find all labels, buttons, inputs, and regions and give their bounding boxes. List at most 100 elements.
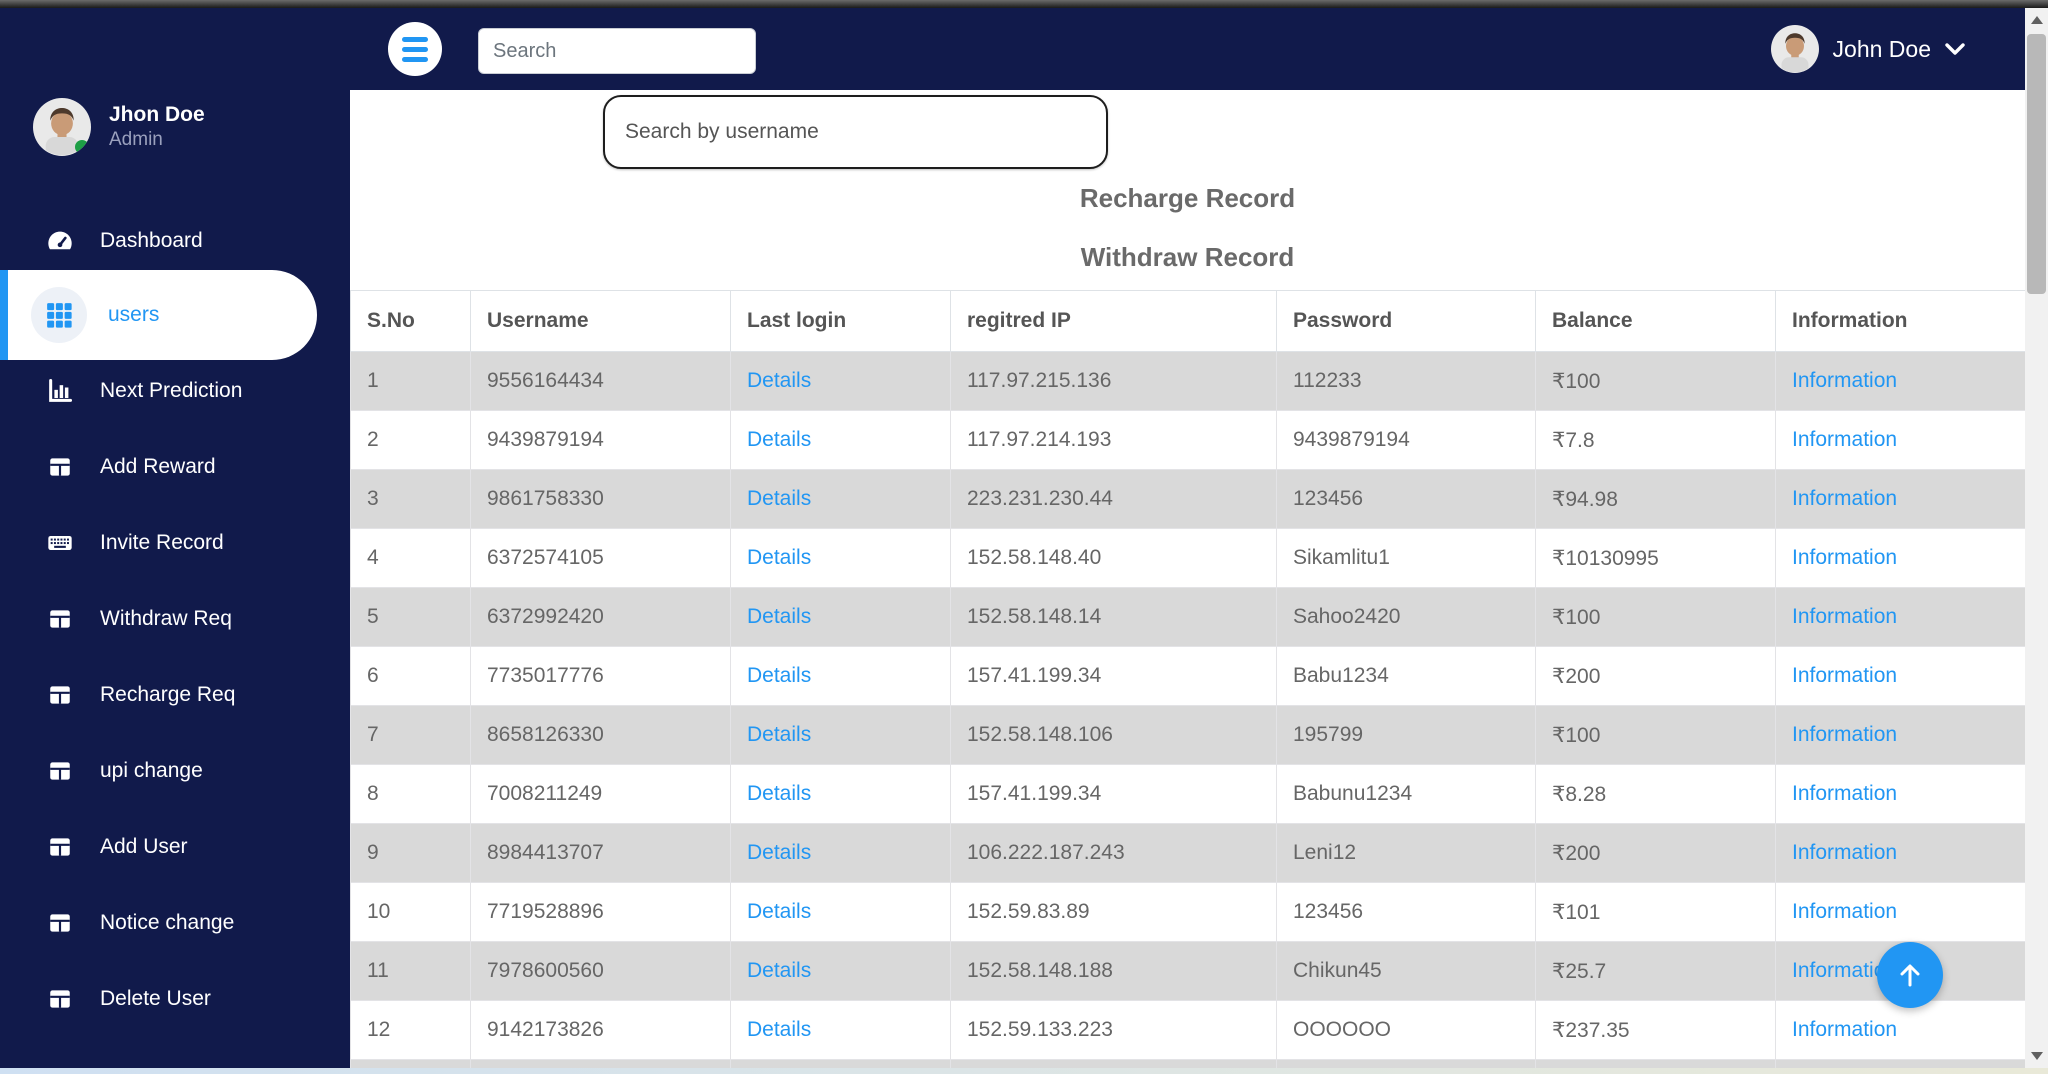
sidebar-item-upi-change[interactable]: upi change — [0, 733, 350, 809]
cell-password: Chikun45 — [1276, 941, 1536, 1001]
table-row: 8 7008211249 Details 157.41.199.34 Babunu123… — [350, 764, 2025, 824]
cell-balance: ₹94.98 — [1535, 469, 1776, 529]
cell-sno: 2 — [350, 410, 471, 470]
information-link[interactable]: Information — [1792, 605, 1897, 628]
cell-last-login: Details — [730, 764, 951, 824]
details-link[interactable]: Details — [747, 369, 811, 392]
column-header-username: Username — [470, 290, 731, 352]
table-row: 10 7719528896 Details 152.59.83.89 123456 ₹10… — [350, 882, 2025, 942]
profile-avatar — [33, 98, 91, 156]
profile-name: Jhon Doe — [109, 103, 205, 126]
cell-last-login: Details — [730, 941, 951, 1001]
table-row: 5 6372992420 Details 152.58.148.14 Sahoo2420… — [350, 587, 2025, 647]
sidebar-item-label: Add Reward — [100, 455, 216, 478]
sidebar-toggle-button[interactable] — [388, 22, 442, 76]
cell-last-login: Details — [730, 1059, 951, 1068]
table-icon — [45, 680, 75, 710]
details-link[interactable]: Details — [747, 546, 811, 569]
sidebar-item-withdraw-req[interactable]: Withdraw Req — [0, 581, 350, 657]
information-link[interactable]: Information — [1792, 428, 1897, 451]
cell-sno: 10 — [350, 882, 471, 942]
cell-last-login: Details — [730, 705, 951, 765]
information-link[interactable]: Information — [1792, 900, 1897, 923]
page-scrollbar[interactable] — [2025, 8, 2048, 1074]
cell-information: Information — [1775, 528, 2025, 588]
cell-password: 123456 — [1276, 882, 1536, 942]
cell-last-login: Details — [730, 469, 951, 529]
hamburger-icon — [402, 36, 428, 42]
information-link[interactable]: Information — [1792, 546, 1897, 569]
details-link[interactable]: Details — [747, 782, 811, 805]
information-link[interactable]: Information — [1792, 369, 1897, 392]
cell-balance: ₹237.35 — [1535, 1000, 1776, 1060]
cell-registered-ip: 117.97.214.193 — [950, 410, 1277, 470]
sidebar-item-delete-user[interactable]: Delete User — [0, 961, 350, 1037]
username-search-input[interactable] — [603, 95, 1108, 169]
user-menu[interactable]: John Doe — [1770, 22, 1965, 76]
scrollbar-thumb[interactable] — [2027, 34, 2046, 294]
information-link[interactable]: Information — [1792, 664, 1897, 687]
cell-username: 7894836276 — [470, 1059, 731, 1068]
cell-information: Information — [1775, 1000, 2025, 1060]
sidebar-item-users[interactable]: users — [0, 270, 317, 360]
scroll-to-top-button[interactable] — [1877, 942, 1943, 1008]
sidebar-item-dashboard[interactable]: Dashboard — [0, 203, 350, 279]
scrollbar-up-button[interactable] — [2025, 8, 2048, 32]
cell-information: Information — [1775, 705, 2025, 765]
cell-balance: ₹100 — [1535, 351, 1776, 411]
cell-balance: ₹558.6 — [1535, 1059, 1776, 1068]
details-link[interactable]: Details — [747, 487, 811, 510]
sidebar-item-recharge-req[interactable]: Recharge Req — [0, 657, 350, 733]
information-link[interactable]: Information — [1792, 1018, 1897, 1041]
table-row: 9 8984413707 Details 106.222.187.243 Leni12 ₹… — [350, 823, 2025, 883]
table-icon — [45, 756, 75, 786]
cell-balance: ₹10130995 — [1535, 528, 1776, 588]
sidebar-item-invite-record[interactable]: Invite Record — [0, 505, 350, 581]
triangle-up-icon — [2030, 16, 2043, 24]
cell-password: Leni12 — [1276, 823, 1536, 883]
details-link[interactable]: Details — [747, 664, 811, 687]
users-table: S.No Username Last login regitred IP Pas… — [350, 290, 2025, 1068]
table-row: 6 7735017776 Details 157.41.199.34 Babu1234 ₹… — [350, 646, 2025, 706]
cell-registered-ip: 152.58.148.188 — [950, 941, 1277, 1001]
topbar-search-input[interactable] — [478, 28, 756, 74]
cell-last-login: Details — [730, 587, 951, 647]
cell-username: 9861758330 — [470, 469, 731, 529]
sidebar-item-add-reward[interactable]: Add Reward — [0, 429, 350, 505]
bar-chart-icon — [45, 376, 75, 406]
details-link[interactable]: Details — [747, 1018, 811, 1041]
details-link[interactable]: Details — [747, 959, 811, 982]
table-row: 2 9439879194 Details 117.97.214.193 94398791… — [350, 410, 2025, 470]
sidebar-item-next-prediction[interactable]: Next Prediction — [0, 353, 350, 429]
main-content: Recharge Record Withdraw Record S.No Use… — [350, 90, 2025, 1068]
column-header-last-login: Last login — [730, 290, 951, 352]
cell-information: Information — [1775, 823, 2025, 883]
keyboard-icon — [45, 528, 75, 558]
details-link[interactable]: Details — [747, 428, 811, 451]
table-row: 3 9861758330 Details 223.231.230.44 123456 ₹9… — [350, 469, 2025, 529]
scrollbar-down-button[interactable] — [2025, 1044, 2048, 1068]
cell-sno: 8 — [350, 764, 471, 824]
details-link[interactable]: Details — [747, 841, 811, 864]
sidebar-item-notice-change[interactable]: Notice change — [0, 885, 350, 961]
cell-information: Information — [1775, 410, 2025, 470]
cell-password: Sahoo123 — [1276, 1059, 1536, 1068]
information-link[interactable]: Information — [1792, 487, 1897, 510]
cell-balance: ₹7.8 — [1535, 410, 1776, 470]
cell-information: Information — [1775, 764, 2025, 824]
cell-balance: ₹8.28 — [1535, 764, 1776, 824]
details-link[interactable]: Details — [747, 605, 811, 628]
users-table-wrap: S.No Username Last login regitred IP Pas… — [350, 290, 2025, 1068]
column-header-registered-ip: regitred IP — [950, 290, 1277, 352]
cell-registered-ip: 152.59.129.134 — [950, 1059, 1277, 1068]
information-link[interactable]: Information — [1792, 782, 1897, 805]
details-link[interactable]: Details — [747, 900, 811, 923]
cell-information: Information — [1775, 351, 2025, 411]
information-link[interactable]: Information — [1792, 841, 1897, 864]
cell-sno: 4 — [350, 528, 471, 588]
sidebar-item-add-user[interactable]: Add User — [0, 809, 350, 885]
table-icon — [45, 832, 75, 862]
details-link[interactable]: Details — [747, 723, 811, 746]
profile-role: Admin — [109, 129, 163, 150]
information-link[interactable]: Information — [1792, 723, 1897, 746]
